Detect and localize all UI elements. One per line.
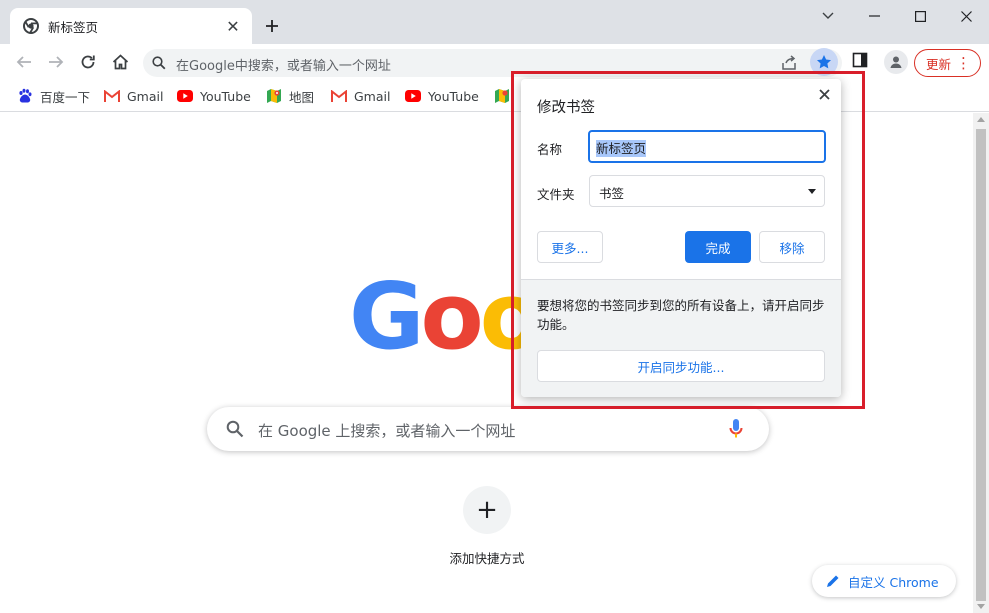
back-button[interactable] — [10, 48, 38, 76]
home-icon — [112, 54, 128, 70]
logo-letter: o — [420, 263, 484, 370]
ntp-search-placeholder: 在 Google 上搜索，或者输入一个网址 — [258, 422, 516, 440]
bookmark-item[interactable]: Gmail — [104, 87, 163, 105]
name-input-value: 新标签页 — [596, 140, 647, 157]
remove-button[interactable]: 移除 — [759, 231, 825, 263]
scroll-down-arrow-icon[interactable] — [977, 604, 985, 609]
new-tab-button[interactable] — [260, 14, 284, 38]
share-icon[interactable] — [780, 54, 798, 72]
more-button[interactable]: 更多... — [537, 231, 603, 263]
minimize-icon — [868, 15, 880, 17]
add-shortcut-label: 添加快捷方式 — [449, 551, 525, 566]
folder-select-value: 书签 — [599, 186, 625, 201]
minimize-button[interactable] — [851, 0, 897, 32]
tab-new-tab[interactable]: 新标签页 ✕ — [10, 8, 252, 44]
dropdown-arrow-icon — [808, 189, 816, 194]
tab-close-icon[interactable]: ✕ — [224, 17, 242, 36]
edit-bookmark-dialog: 修改书签 名称 新标签页 文件夹 书签 更多... 完成 移除 要想将您的书签同… — [521, 79, 841, 397]
add-shortcut-button[interactable]: + — [463, 486, 511, 534]
maximize-icon — [914, 10, 926, 22]
person-icon — [890, 56, 902, 68]
profile-avatar[interactable] — [884, 50, 908, 74]
star-icon — [817, 55, 831, 69]
gmail-icon — [104, 88, 120, 104]
tab-search-button[interactable] — [805, 0, 851, 32]
scroll-up-arrow-icon[interactable] — [977, 117, 985, 122]
bookmark-label: Gmail — [127, 88, 164, 104]
logo-letter: G — [349, 263, 424, 370]
pencil-icon — [827, 575, 839, 587]
update-label: 更新 — [926, 56, 952, 72]
maps-icon — [266, 88, 282, 104]
tab-title: 新标签页 — [48, 19, 99, 35]
turn-on-sync-button[interactable]: 开启同步功能... — [537, 350, 825, 382]
back-arrow-icon — [16, 56, 31, 68]
sync-promo: 要想将您的书签同步到您的所有设备上，请开启同步功能。 开启同步功能... — [521, 279, 841, 397]
folder-select[interactable]: 书签 — [589, 175, 825, 207]
customize-chrome-button[interactable]: 自定义 Chrome — [812, 565, 956, 597]
side-panel-icon[interactable] — [852, 52, 868, 68]
folder-label: 文件夹 — [537, 187, 575, 202]
forward-arrow-icon — [49, 56, 64, 68]
reload-icon — [81, 55, 95, 69]
close-window-button[interactable] — [943, 0, 989, 32]
reload-button[interactable] — [74, 48, 102, 76]
page-scrollbar[interactable] — [973, 113, 989, 613]
bookmark-name-input[interactable]: 新标签页 — [588, 130, 826, 163]
omnibox-placeholder: 在Google中搜索，或者输入一个网址 — [176, 59, 391, 74]
forward-button[interactable] — [42, 48, 70, 76]
youtube-icon — [405, 88, 421, 104]
bookmark-label: Gmail — [354, 88, 391, 104]
plus-icon — [266, 20, 278, 32]
title-bar: 新标签页 ✕ — [0, 0, 989, 44]
name-label: 名称 — [537, 142, 563, 157]
ntp-search-box[interactable]: 在 Google 上搜索，或者输入一个网址 — [207, 407, 769, 451]
youtube-icon — [177, 88, 193, 104]
scroll-thumb[interactable] — [976, 129, 986, 601]
maps-icon — [494, 88, 510, 104]
search-icon — [152, 56, 166, 70]
chevron-down-icon — [822, 12, 834, 19]
close-icon — [818, 88, 830, 100]
customize-label: 自定义 Chrome — [848, 574, 939, 590]
bookmark-item[interactable]: 百度一下 — [17, 87, 90, 105]
sync-promo-text: 要想将您的书签同步到您的所有设备上，请开启同步功能。 — [537, 298, 825, 332]
gmail-icon — [331, 88, 347, 104]
maximize-button[interactable] — [897, 0, 943, 32]
bookmark-item[interactable]: YouTube — [405, 87, 479, 105]
bookmark-label: 地图 — [289, 89, 315, 105]
bookmark-item[interactable]: 地图 — [266, 87, 314, 105]
microphone-icon[interactable] — [729, 418, 743, 440]
dialog-title: 修改书签 — [537, 100, 595, 116]
chrome-icon — [23, 18, 39, 34]
menu-dots-icon: ⋮ — [956, 54, 971, 72]
done-button[interactable]: 完成 — [685, 231, 751, 263]
close-icon — [960, 10, 972, 22]
bookmark-label: YouTube — [200, 88, 251, 104]
bookmark-item[interactable]: YouTube — [177, 87, 251, 105]
search-icon — [226, 420, 244, 438]
home-button[interactable] — [106, 48, 134, 76]
update-button[interactable]: 更新 ⋮ — [914, 49, 981, 77]
dialog-close-button[interactable] — [815, 85, 833, 103]
bookmark-item[interactable]: Gmail — [331, 87, 390, 105]
bookmark-label: YouTube — [428, 88, 479, 104]
bookmark-label: 百度一下 — [40, 89, 91, 105]
baidu-icon — [17, 88, 33, 104]
